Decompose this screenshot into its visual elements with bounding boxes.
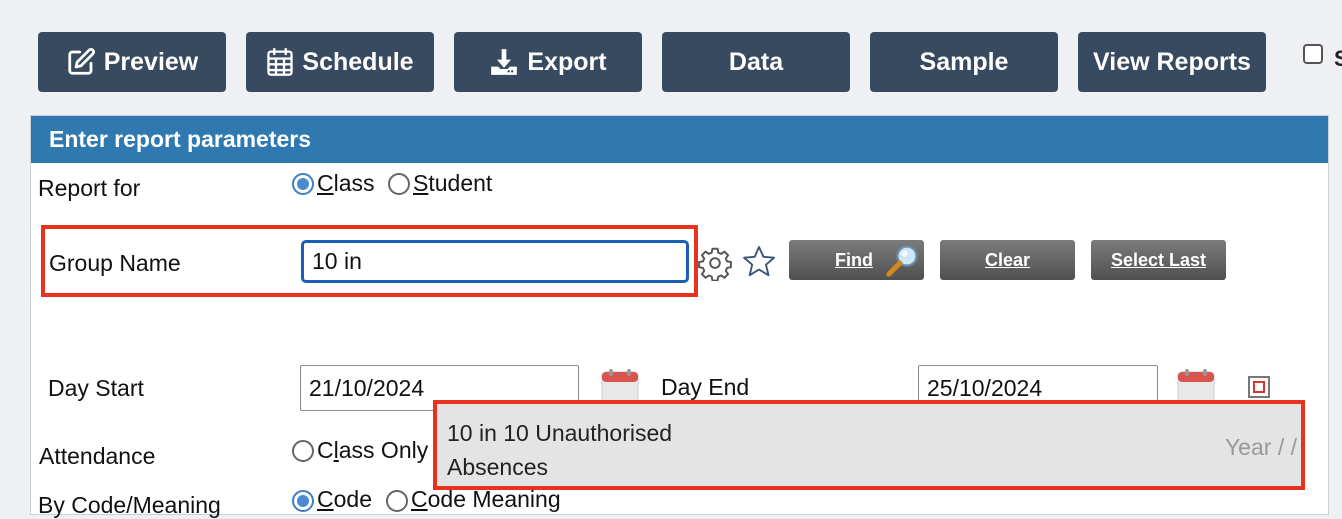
group-name-label: Group Name bbox=[49, 250, 181, 276]
download-icon bbox=[491, 49, 518, 75]
star-icon[interactable] bbox=[740, 243, 778, 281]
sample-button[interactable]: Sample bbox=[870, 32, 1058, 92]
clear-button[interactable]: Clear bbox=[940, 240, 1075, 280]
code-meaning-radio-label[interactable]: Code Meaning bbox=[411, 486, 561, 513]
code-radio[interactable] bbox=[292, 490, 314, 512]
export-label: Export bbox=[527, 47, 607, 76]
magnifier-icon bbox=[886, 245, 918, 277]
autocomplete-item-text: 10 in 10 Unauthorised Absences bbox=[447, 420, 673, 480]
day-start-label: Day Start bbox=[48, 375, 144, 401]
options-checkbox-label: S bbox=[1334, 46, 1342, 71]
attendance-label: Attendance bbox=[39, 443, 156, 469]
clear-date-icon[interactable] bbox=[1248, 376, 1270, 398]
data-button[interactable]: Data bbox=[662, 32, 850, 92]
preview-label: Preview bbox=[103, 47, 199, 76]
by-code-label: By Code/Meaning bbox=[38, 492, 221, 518]
view-reports-label: View Reports bbox=[1093, 47, 1251, 76]
find-label: Find bbox=[835, 249, 873, 270]
code-radio-label[interactable]: Code bbox=[317, 486, 372, 513]
class-only-radio-label[interactable]: Class Only bbox=[317, 437, 428, 464]
edit-icon bbox=[68, 47, 95, 75]
schedule-button[interactable]: Schedule bbox=[246, 32, 434, 92]
group-autocomplete-item[interactable]: 10 in 10 Unauthorised Absences Year / / bbox=[433, 400, 1305, 490]
schedule-label: Schedule bbox=[302, 47, 414, 76]
sample-label: Sample bbox=[919, 47, 1009, 76]
select-last-button[interactable]: Select Last bbox=[1091, 240, 1226, 280]
report-for-label: Report for bbox=[38, 175, 141, 201]
autocomplete-item-suffix: Year / / bbox=[1224, 434, 1297, 460]
student-radio-label[interactable]: Student bbox=[413, 170, 492, 197]
student-radio[interactable] bbox=[388, 173, 410, 195]
options-checkbox[interactable] bbox=[1303, 44, 1323, 64]
day-end-label: Day End bbox=[661, 374, 750, 400]
calendar-icon[interactable] bbox=[600, 368, 640, 404]
clear-label: Clear bbox=[984, 249, 1031, 270]
group-name-input[interactable] bbox=[301, 240, 689, 283]
class-radio[interactable] bbox=[292, 173, 314, 195]
gear-icon[interactable] bbox=[697, 245, 733, 281]
preview-button[interactable]: Preview bbox=[38, 32, 226, 92]
select-last-label: Select Last bbox=[1110, 249, 1207, 270]
panel-header: Enter report parameters bbox=[31, 116, 1328, 163]
calendar-icon[interactable] bbox=[1176, 368, 1216, 404]
data-label: Data bbox=[728, 47, 784, 76]
view-reports-button[interactable]: View Reports bbox=[1078, 32, 1266, 92]
calendar-icon bbox=[267, 48, 294, 76]
class-only-radio[interactable] bbox=[292, 440, 314, 462]
code-meaning-radio[interactable] bbox=[386, 490, 408, 512]
class-radio-label[interactable]: Class bbox=[317, 170, 375, 197]
export-button[interactable]: Export bbox=[454, 32, 642, 92]
